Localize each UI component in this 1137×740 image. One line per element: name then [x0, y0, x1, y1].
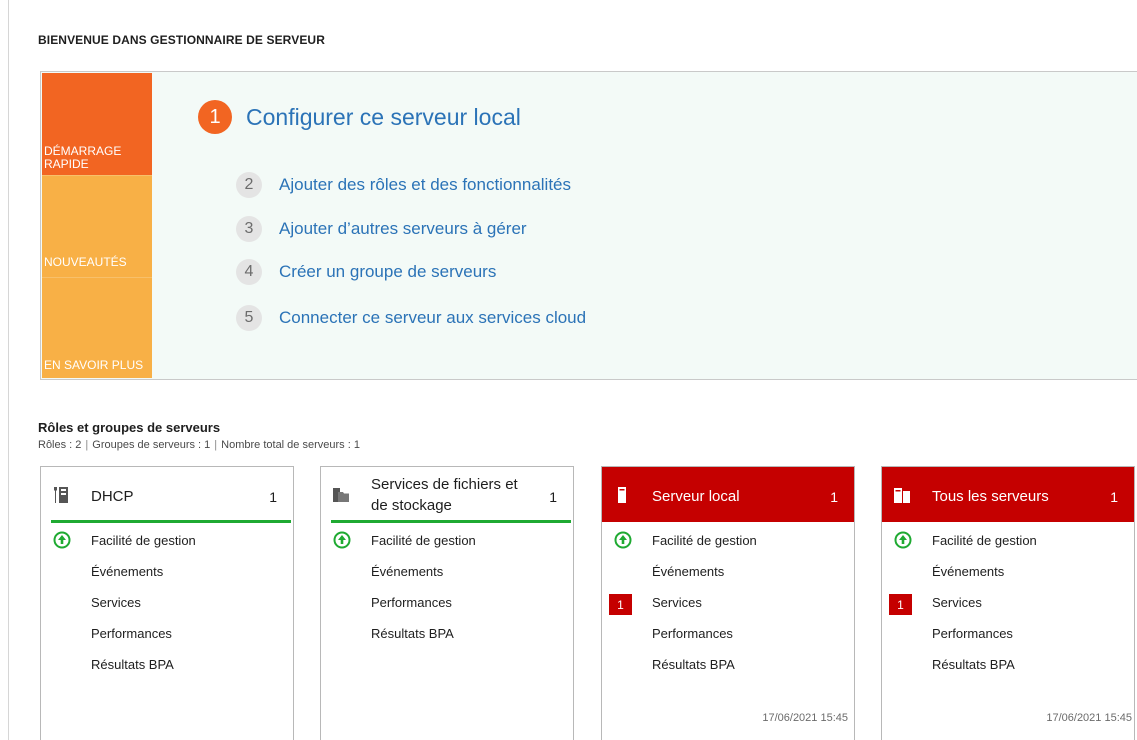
tile-file-storage-name-line1: Services de fichiers et: [371, 476, 518, 493]
tile-file-storage: Services de fichiers et de stockage 1 Fa…: [320, 466, 574, 740]
tile-dhcp-count: 1: [269, 489, 277, 505]
step-number-2: 2: [236, 172, 262, 198]
tile-file-storage-bpa[interactable]: Résultats BPA: [371, 626, 454, 641]
status-ok-line: [331, 520, 571, 523]
tile-all-servers: Tous les serveurs 1 Facilité de gestion …: [881, 466, 1135, 740]
tile-all-servers-header[interactable]: Tous les serveurs 1: [882, 467, 1134, 522]
services-alert-badge: 1: [889, 594, 912, 615]
server-icon: [618, 487, 626, 503]
tile-file-storage-name: Services de fichiers et de stockage: [371, 474, 518, 516]
tab-demarrage-label: DÉMARRAGE RAPIDE: [44, 144, 122, 171]
tile-local-server-bpa[interactable]: Résultats BPA: [652, 657, 735, 672]
tile-dhcp-name: DHCP: [91, 488, 134, 505]
step-number-5: 5: [236, 305, 262, 331]
tile-file-storage-header[interactable]: Services de fichiers et de stockage 1: [321, 467, 573, 523]
tile-local-server-performance[interactable]: Performances: [652, 626, 733, 641]
step-link-create-group[interactable]: Créer un groupe de serveurs: [279, 262, 496, 282]
step-add-servers[interactable]: 3 Ajouter d’autres serveurs à gérer: [236, 216, 527, 242]
tile-local-server-name: Serveur local: [652, 488, 740, 505]
servers-total: Nombre total de serveurs : 1: [221, 439, 360, 451]
groups-count: Groupes de serveurs : 1: [92, 439, 211, 451]
tab-nouveautes-label: NOUVEAUTÉS: [44, 255, 127, 269]
tile-dhcp-manageability[interactable]: Facilité de gestion: [91, 533, 196, 548]
tile-local-server-services[interactable]: Services: [652, 595, 702, 610]
tile-file-storage-name-line2: de stockage: [371, 497, 452, 514]
step-number-1: 1: [198, 100, 232, 134]
step-link-configure[interactable]: Configurer ce serveur local: [246, 104, 521, 131]
tile-file-storage-events[interactable]: Événements: [371, 564, 443, 579]
tab-nouveautes[interactable]: NOUVEAUTÉS: [42, 175, 152, 277]
tile-all-servers-bpa[interactable]: Résultats BPA: [932, 657, 1015, 672]
tile-dhcp-header[interactable]: DHCP 1: [41, 467, 293, 523]
tile-dhcp-events[interactable]: Événements: [91, 564, 163, 579]
tile-all-servers-timestamp: 17/06/2021 15:45: [1046, 712, 1132, 724]
step-link-connect-cloud[interactable]: Connecter ce serveur aux services cloud: [279, 308, 586, 328]
tile-local-server: Serveur local 1 Facilité de gestion Évén…: [601, 466, 855, 740]
tile-all-servers-services[interactable]: Services: [932, 595, 982, 610]
step-create-group[interactable]: 4 Créer un groupe de serveurs: [236, 259, 496, 285]
step-number-4: 4: [236, 259, 262, 285]
tile-dhcp-performance[interactable]: Performances: [91, 626, 172, 641]
tile-local-server-manageability[interactable]: Facilité de gestion: [652, 533, 757, 548]
step-configure-local-server[interactable]: 1 Configurer ce serveur local: [198, 100, 521, 134]
arrow-up-circle-icon: [53, 531, 71, 549]
tile-dhcp-services[interactable]: Services: [91, 595, 141, 610]
roles-section-title: Rôles et groupes de serveurs: [38, 420, 221, 435]
tile-all-servers-count: 1: [1110, 489, 1118, 505]
tile-all-servers-performance[interactable]: Performances: [932, 626, 1013, 641]
tab-savoir-label: EN SAVOIR PLUS: [44, 358, 144, 372]
arrow-up-circle-icon: [894, 531, 912, 549]
arrow-up-circle-icon: [614, 531, 632, 549]
roles-summary: Rôles : 2 | Groupes de serveurs : 1 | Nombre…: [38, 439, 360, 451]
file-storage-icon: [333, 488, 349, 502]
step-connect-cloud[interactable]: 5 Connecter ce serveur aux services clou…: [236, 305, 586, 331]
step-add-roles[interactable]: 2 Ajouter des rôles et des fonctionnalit…: [236, 172, 571, 198]
tile-local-server-header[interactable]: Serveur local 1: [602, 467, 854, 522]
step-number-3: 3: [236, 216, 262, 242]
tile-file-storage-manageability[interactable]: Facilité de gestion: [371, 533, 476, 548]
tile-file-storage-count: 1: [549, 489, 557, 505]
tile-dhcp: DHCP 1 Facilité de gestion Événements Se…: [40, 466, 294, 740]
arrow-up-circle-icon: [333, 531, 351, 549]
tile-all-servers-manageability[interactable]: Facilité de gestion: [932, 533, 1037, 548]
tile-all-servers-events[interactable]: Événements: [932, 564, 1004, 579]
tile-local-server-count: 1: [830, 489, 838, 505]
quick-start-panel: DÉMARRAGE RAPIDE NOUVEAUTÉS EN SAVOIR PL…: [40, 71, 1137, 380]
tile-local-server-timestamp: 17/06/2021 15:45: [762, 712, 848, 724]
status-ok-line: [51, 520, 291, 523]
roles-count: Rôles : 2: [38, 439, 82, 451]
services-alert-badge: 1: [609, 594, 632, 615]
tile-all-servers-name: Tous les serveurs: [932, 488, 1049, 505]
welcome-title: BIENVENUE DANS GESTIONNAIRE DE SERVEUR: [38, 33, 325, 47]
tile-file-storage-performance[interactable]: Performances: [371, 595, 452, 610]
dhcp-icon: [54, 487, 68, 503]
servers-icon: [894, 488, 910, 503]
tab-en-savoir-plus[interactable]: EN SAVOIR PLUS: [42, 277, 152, 378]
tile-local-server-events[interactable]: Événements: [652, 564, 724, 579]
tab-demarrage-rapide[interactable]: DÉMARRAGE RAPIDE: [42, 73, 152, 175]
tile-dhcp-bpa[interactable]: Résultats BPA: [91, 657, 174, 672]
step-link-add-servers[interactable]: Ajouter d’autres serveurs à gérer: [279, 219, 527, 239]
step-link-add-roles[interactable]: Ajouter des rôles et des fonctionnalités: [279, 175, 571, 195]
